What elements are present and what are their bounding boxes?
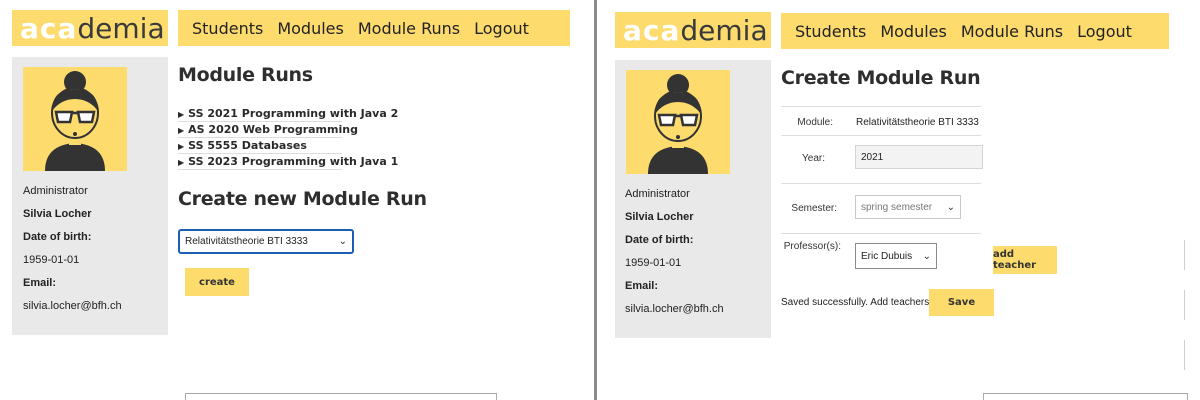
top-navigation: Students Modules Module Runs Logout	[178, 10, 570, 46]
module-select[interactable]: Relativitätstheorie BTI 3333 ⌄	[178, 229, 354, 254]
list-item[interactable]: ▶ SS 5555 Databases	[178, 138, 342, 154]
triangle-right-icon: ▶	[178, 158, 185, 167]
chevron-down-icon: ⌄	[946, 201, 955, 213]
run-label: SS 2021 Programming with Java 2	[188, 107, 399, 120]
profile-email-label: Email:	[23, 277, 57, 289]
profile-email: silvia.locher@bfh.ch	[23, 300, 122, 312]
profile-name: Silvia Locher	[23, 208, 92, 220]
semester-select[interactable]: spring semester ⌄	[855, 195, 961, 219]
profile-role: Administrator	[23, 185, 88, 197]
run-label: AS 2020 Web Programming	[188, 123, 358, 136]
offscreen-edge	[1184, 340, 1185, 370]
nav-logout[interactable]: Logout	[1077, 22, 1132, 41]
profile-sidebar: Administrator Silvia Locher Date of birt…	[615, 60, 771, 338]
module-run-list: ▶ SS 2021 Programming with Java 2 ▶ AS 202…	[178, 106, 398, 170]
form-divider	[781, 135, 981, 136]
nav-modules[interactable]: Modules	[277, 19, 344, 38]
partial-input-box	[185, 393, 497, 400]
form-divider	[781, 106, 981, 107]
profile-dob: 1959-01-01	[625, 257, 682, 269]
partial-input-box	[983, 393, 1188, 400]
page-title: Module Runs	[178, 64, 313, 86]
module-select-value: Relativitätstheorie BTI 3333	[185, 236, 308, 247]
professor-label: Professor(s):	[783, 241, 841, 252]
logo-text-aca: aca	[20, 11, 78, 45]
form-divider	[781, 233, 981, 234]
page-title: Create Module Run	[781, 67, 981, 89]
list-item[interactable]: ▶ SS 2023 Programming with Java 1	[178, 154, 398, 170]
nav-modules[interactable]: Modules	[880, 22, 947, 41]
chevron-down-icon: ⌄	[338, 236, 347, 247]
professor-select-value: Eric Dubuis	[861, 250, 913, 262]
offscreen-edge	[1184, 290, 1185, 320]
run-label: SS 2023 Programming with Java 1	[188, 155, 399, 168]
top-navigation: Students Modules Module Runs Logout	[781, 13, 1169, 49]
create-section-title: Create new Module Run	[178, 188, 427, 210]
woman-avatar-icon	[45, 71, 105, 171]
logo-text-demia: demia	[680, 13, 768, 47]
avatar	[23, 67, 127, 171]
logo-text-demia: demia	[77, 11, 165, 45]
offscreen-edge	[1184, 240, 1185, 270]
nav-module-runs[interactable]: Module Runs	[358, 19, 460, 38]
nav-students[interactable]: Students	[192, 19, 263, 38]
module-value: Relativitätstheorie BTI 3333	[856, 117, 979, 128]
profile-dob-label: Date of birth:	[625, 234, 694, 246]
form-divider	[781, 183, 981, 184]
triangle-right-icon: ▶	[178, 142, 185, 151]
professor-select[interactable]: Eric Dubuis ⌄	[855, 243, 937, 269]
triangle-right-icon: ▶	[178, 110, 185, 119]
profile-email-label: Email:	[625, 280, 659, 292]
semester-label: Semester:	[791, 203, 837, 214]
profile-email: silvia.locher@bfh.ch	[625, 303, 724, 315]
run-label: SS 5555 Databases	[188, 139, 307, 152]
profile-sidebar: Administrator Silvia Locher Date of birt…	[12, 57, 168, 335]
logo-text-aca: aca	[623, 13, 681, 47]
profile-role: Administrator	[625, 188, 690, 200]
profile-dob: 1959-01-01	[23, 254, 80, 266]
year-label: Year:	[802, 153, 825, 164]
profile-name: Silvia Locher	[625, 211, 694, 223]
academia-logo[interactable]: aca demia	[12, 10, 168, 46]
nav-logout[interactable]: Logout	[474, 19, 529, 38]
avatar	[626, 70, 730, 174]
add-teacher-button[interactable]: add teacher	[993, 246, 1057, 274]
triangle-right-icon: ▶	[178, 126, 185, 135]
right-window: aca demia Students Modules Module Runs Lo…	[597, 0, 1200, 400]
year-input[interactable]: 2021	[855, 145, 983, 169]
profile-dob-label: Date of birth:	[23, 231, 92, 243]
nav-module-runs[interactable]: Module Runs	[961, 22, 1063, 41]
chevron-down-icon: ⌄	[922, 250, 931, 262]
list-item[interactable]: ▶ AS 2020 Web Programming	[178, 122, 358, 138]
create-button[interactable]: create	[185, 268, 249, 296]
left-window: aca demia Students Modules Module Runs Lo…	[0, 0, 594, 400]
module-label: Module:	[797, 117, 833, 128]
woman-avatar-icon	[648, 74, 708, 174]
list-item[interactable]: ▶ SS 2021 Programming with Java 2	[178, 106, 398, 122]
academia-logo[interactable]: aca demia	[615, 12, 771, 48]
semester-select-value: spring semester	[861, 201, 933, 213]
nav-students[interactable]: Students	[795, 22, 866, 41]
status-message: Saved successfully. Add teachers	[781, 297, 930, 308]
save-button[interactable]: Save	[929, 289, 994, 316]
